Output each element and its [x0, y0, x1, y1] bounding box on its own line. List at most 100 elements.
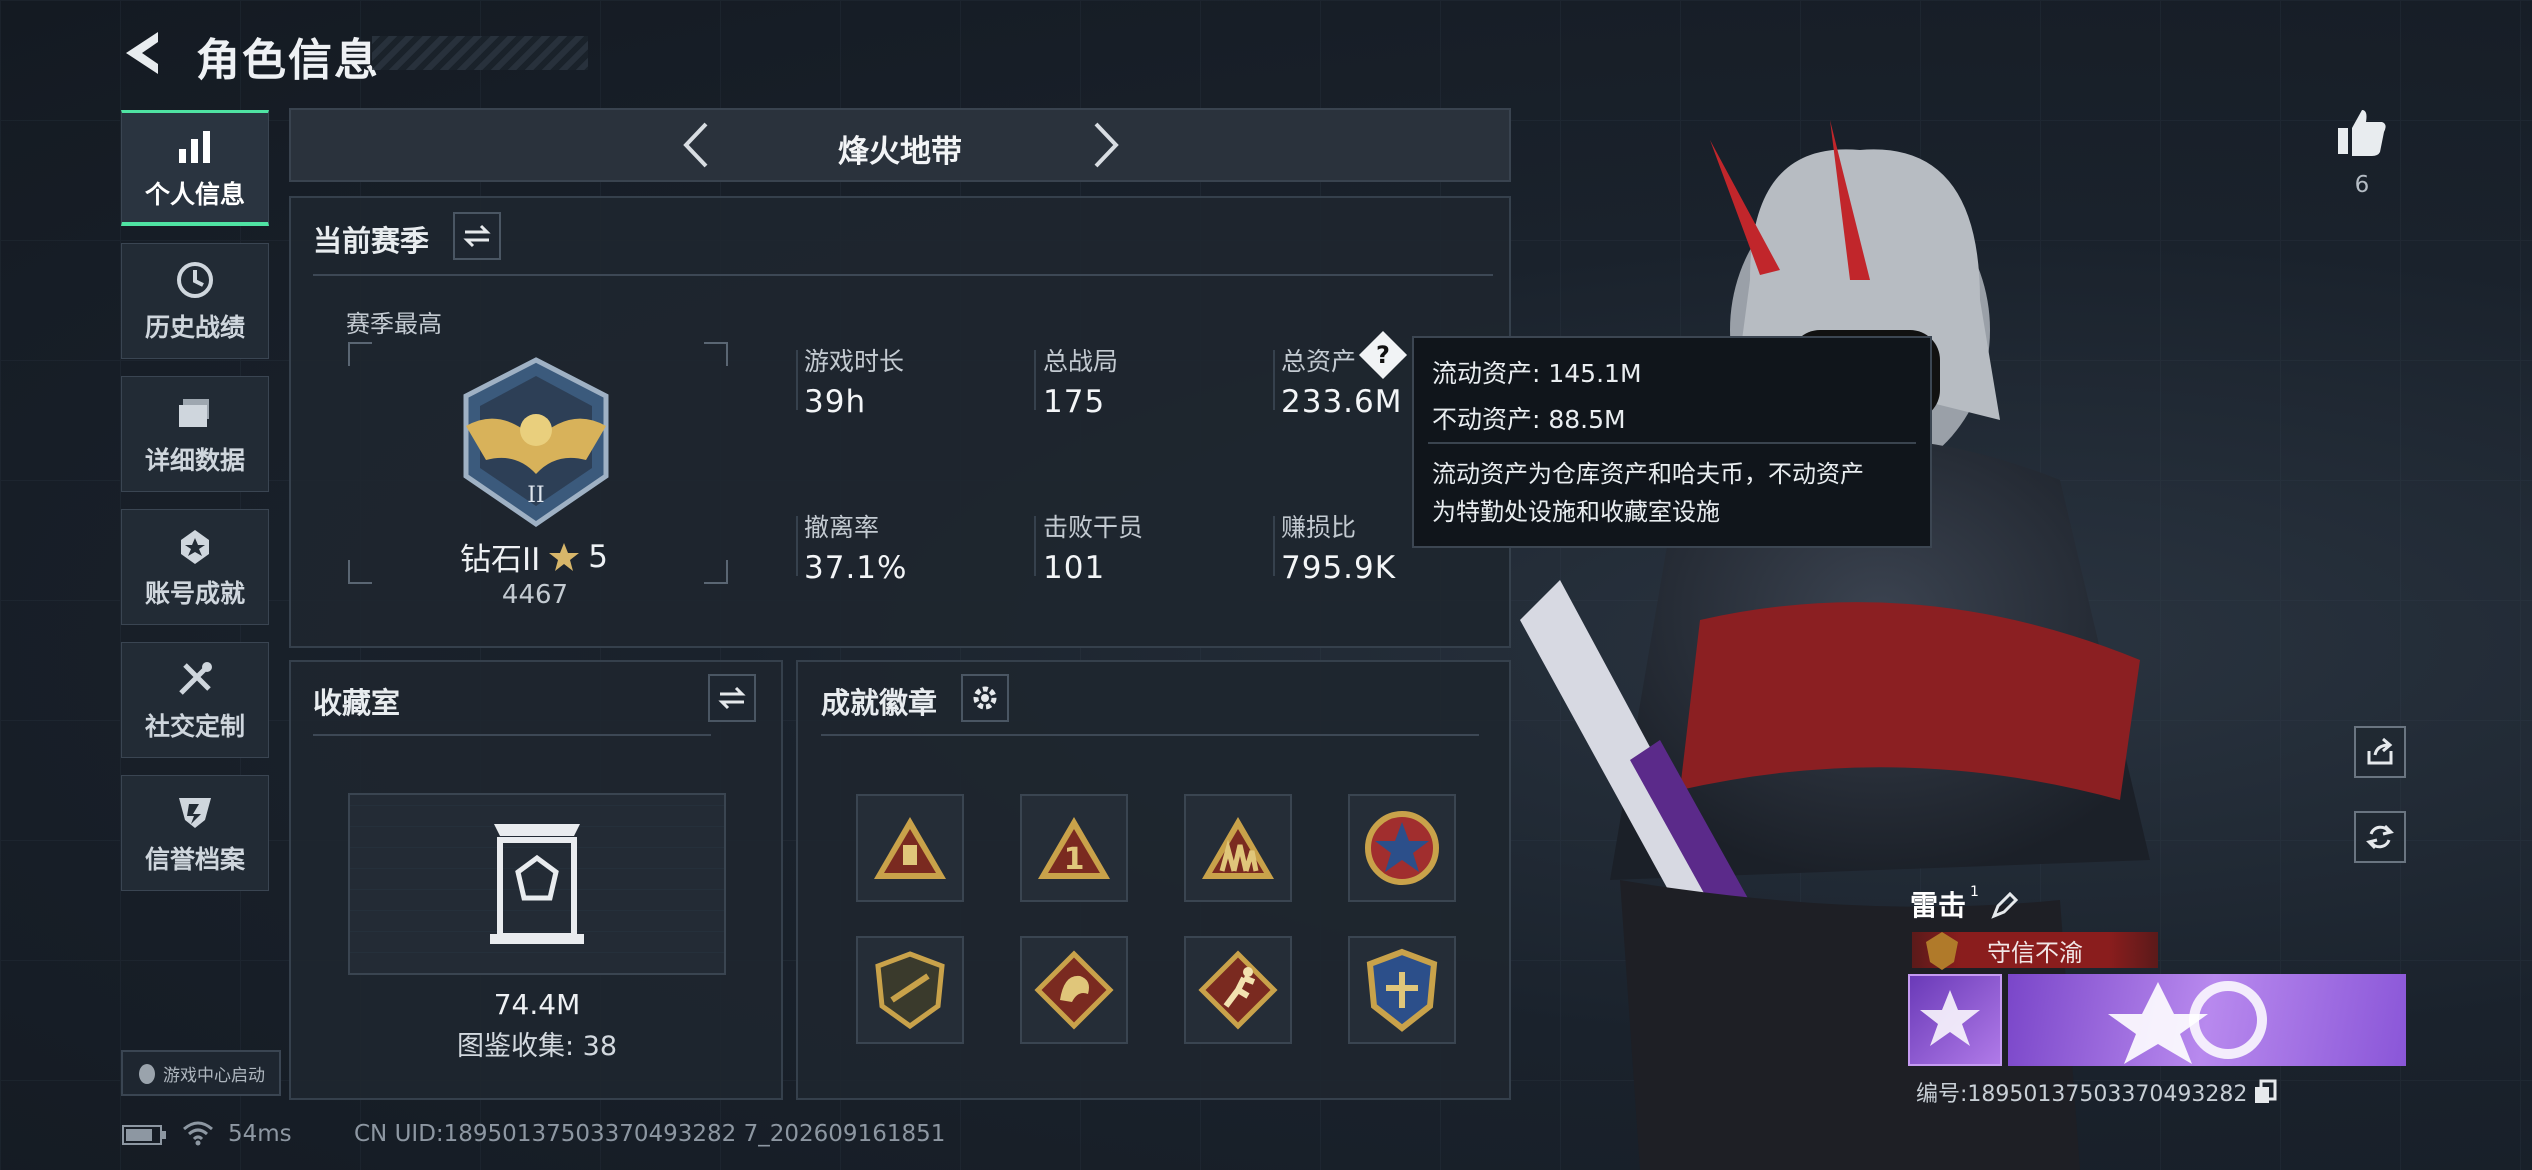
- tooltip-desc-line2: 为特勤处设施和收藏室设施: [1432, 498, 1720, 526]
- share-button[interactable]: [2354, 726, 2406, 778]
- nav-item-personal-info[interactable]: 个人信息: [121, 110, 269, 226]
- badge-runner[interactable]: [1184, 936, 1292, 1044]
- sc-banner-icon: [2108, 981, 2267, 1064]
- nav-item-history[interactable]: 历史战绩: [121, 243, 269, 359]
- wifi-icon: [183, 1121, 213, 1146]
- stat-label-kills: 击败干员: [1043, 513, 1144, 542]
- copy-icon: [2255, 1079, 2277, 1103]
- bar-chart-icon: [173, 125, 217, 169]
- page-title: 角色信息: [196, 35, 380, 86]
- achievements-title: 成就徽章: [821, 686, 938, 720]
- season-switch-button[interactable]: [453, 212, 501, 260]
- rank-score: 4467: [501, 580, 569, 610]
- nav-item-social[interactable]: 社交定制: [121, 642, 269, 758]
- player-name-row: 雷击 1: [1910, 884, 1979, 924]
- rank-line: 钻石II 5: [460, 534, 620, 579]
- clock-icon: [173, 258, 217, 302]
- player-name-sup: 1: [1970, 884, 1979, 900]
- frame-corner: [704, 560, 728, 584]
- badge-crest[interactable]: [1348, 936, 1456, 1044]
- squad-badge-icon: [1202, 817, 1274, 879]
- share-icon: [2367, 737, 2393, 765]
- no-gun-badge-icon: [875, 951, 945, 1030]
- mode-title: 烽火地带: [838, 134, 962, 170]
- pencil-icon: [1991, 891, 2019, 919]
- uid-text: CN UID:18950137503370493282 7_2026091618…: [354, 1121, 946, 1147]
- nav-item-credit[interactable]: 信誉档案: [121, 775, 269, 891]
- stat-separator: [1034, 350, 1036, 410]
- season-title: 当前赛季: [313, 224, 430, 258]
- nav-label: 社交定制: [144, 712, 245, 741]
- like-count: 6: [2354, 172, 2370, 198]
- nav-label: 详细数据: [144, 446, 245, 475]
- rank-emblem-icon: II: [463, 357, 609, 528]
- shield-icon: [173, 790, 217, 834]
- back-button[interactable]: [118, 26, 172, 80]
- runner-badge-icon: [1198, 950, 1278, 1030]
- tooltip-liquid-assets: 流动资产: 145.1M: [1432, 359, 1642, 388]
- badge-star[interactable]: [1348, 794, 1456, 902]
- tooltip-fixed-assets: 不动资产: 88.5M: [1432, 405, 1626, 434]
- badge-squad[interactable]: [1184, 794, 1292, 902]
- nav-item-achievements[interactable]: 账号成就: [121, 509, 269, 625]
- stat-label-extract-rate: 撤离率: [804, 513, 880, 542]
- badge-number-one[interactable]: 1: [1020, 794, 1128, 902]
- rank-stars: 5: [588, 538, 609, 575]
- nav-label: 信誉档案: [144, 845, 245, 874]
- nav-label: 账号成就: [144, 579, 245, 608]
- medal-icon: [173, 524, 217, 568]
- ping-text: 54ms: [228, 1121, 292, 1147]
- mode-selector: 烽火地带: [289, 108, 1511, 182]
- rank-name: 钻石II: [460, 542, 541, 578]
- badge-dragon[interactable]: [1020, 936, 1128, 1044]
- stat-label-assets: 总资产: [1281, 347, 1357, 376]
- stat-value-kills: 101: [1043, 550, 1106, 586]
- collection-switch-button[interactable]: [708, 674, 756, 722]
- stat-separator: [796, 516, 798, 576]
- stat-value-playtime: 39h: [804, 384, 867, 420]
- crest-badge-icon: [1366, 948, 1438, 1032]
- rotate-icon: [2366, 824, 2394, 850]
- nav-item-detailed-data[interactable]: 详细数据: [121, 376, 269, 492]
- swap-icon: [718, 686, 746, 710]
- tooltip-desc-line1: 流动资产为仓库资产和哈夫币，不动资产: [1432, 460, 1864, 488]
- stat-value-assets: 233.6M: [1281, 384, 1403, 420]
- launcher-label: 游戏中心启动: [163, 1065, 265, 1086]
- badge-no-gun[interactable]: [856, 936, 964, 1044]
- game-center-launch-button[interactable]: 游戏中心启动: [121, 1050, 281, 1096]
- folder-icon: [173, 391, 217, 435]
- star-badge-icon: [1365, 811, 1439, 885]
- player-id-row: 编号:18950137503370493282: [1916, 1076, 2277, 1108]
- tooltip-divider: [1428, 442, 1916, 444]
- mode-next-button[interactable]: [1081, 120, 1131, 170]
- collection-title: 收藏室: [313, 686, 401, 720]
- stat-separator: [1273, 516, 1275, 576]
- battery-icon: [122, 1125, 166, 1145]
- player-avatar[interactable]: [1908, 974, 2002, 1066]
- stat-separator: [1034, 516, 1036, 576]
- season-best-label: 赛季最高: [346, 310, 442, 338]
- stat-value-extract-rate: 37.1%: [804, 550, 908, 586]
- stat-value-matches: 175: [1043, 384, 1106, 420]
- badge-warning[interactable]: [856, 794, 964, 902]
- like-button[interactable]: [2334, 104, 2390, 160]
- edit-name-button[interactable]: [1990, 890, 2020, 920]
- stat-label-playtime: 游戏时长: [804, 347, 905, 376]
- divider: [313, 734, 711, 736]
- frame-corner: [704, 342, 728, 366]
- gear-icon: [973, 686, 997, 710]
- refresh-button[interactable]: [2354, 811, 2406, 863]
- collection-catalog: 图鉴收集: 38: [456, 1031, 618, 1062]
- player-name: 雷击: [1910, 889, 1967, 922]
- svg-text:II: II: [527, 483, 544, 508]
- player-banner[interactable]: [2008, 974, 2406, 1066]
- collection-value: 74.4M: [493, 988, 581, 1021]
- achievements-settings-button[interactable]: [961, 674, 1009, 722]
- svg-text:1: 1: [1064, 842, 1085, 877]
- nav-label: 个人信息: [144, 179, 245, 209]
- swap-icon: [463, 224, 491, 248]
- title-decoration: [372, 36, 588, 70]
- stat-value-profit-ratio: 795.9K: [1281, 550, 1397, 586]
- star-icon: [549, 542, 580, 571]
- copy-id-button[interactable]: [2253, 1079, 2277, 1105]
